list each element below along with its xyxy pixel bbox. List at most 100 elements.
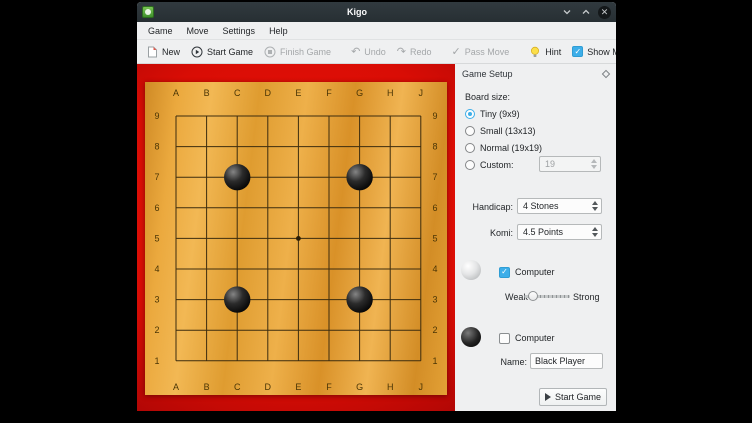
spin-arrows-icon [592, 201, 598, 211]
white-computer-checkbox[interactable]: Computer [499, 266, 555, 278]
radio-small[interactable]: Small (13x13) [465, 125, 536, 137]
board-coordinate-label: 1 [154, 356, 159, 366]
checkbox-unchecked-icon [499, 333, 510, 344]
chevron-up-icon [581, 7, 591, 17]
new-button-label: New [162, 47, 180, 57]
show-move-numbers-label: Show Move Numbers [587, 47, 616, 57]
go-board-grid[interactable]: AABBCCDDEEFFGGHHJJ998877665544332211 [145, 82, 447, 395]
player-name-input[interactable] [530, 353, 603, 369]
finish-game-button[interactable]: Finish Game [259, 43, 336, 61]
close-button[interactable]: ✕ [598, 6, 611, 19]
board-coordinate-label: 5 [432, 233, 437, 243]
go-board[interactable]: AABBCCDDEEFFGGHHJJ998877665544332211 [145, 82, 447, 395]
board-coordinate-label: 6 [432, 203, 437, 213]
board-coordinate-label: B [204, 88, 210, 98]
document-new-icon [147, 46, 158, 58]
redo-arrow-icon: ↷ [397, 46, 406, 57]
menu-help[interactable]: Help [262, 24, 295, 38]
radio-button-icon [465, 160, 475, 170]
custom-size-value: 19 [545, 159, 555, 169]
start-game-toolbar-button[interactable]: Start Game [186, 43, 258, 61]
window-controls: ✕ [560, 6, 611, 19]
undo-label: Undo [364, 47, 386, 57]
menu-game[interactable]: Game [141, 24, 180, 38]
strength-slider[interactable] [524, 291, 570, 301]
window-title: Kigo [159, 7, 555, 17]
hint-label: Hint [545, 47, 561, 57]
start-game-toolbar-label: Start Game [207, 47, 253, 57]
slider-handle[interactable] [528, 291, 538, 301]
name-label: Name: [493, 357, 527, 367]
menu-settings[interactable]: Settings [216, 24, 263, 38]
stone-black-C3 [224, 286, 250, 312]
komi-spinbox[interactable]: 4.5 Points [517, 224, 602, 240]
board-coordinate-label: 3 [154, 295, 159, 305]
show-move-numbers-toggle[interactable]: Show Move Numbers [567, 43, 616, 60]
custom-size-spinbox: 19 [539, 156, 601, 172]
start-game-button-label: Start Game [555, 392, 601, 402]
menubar: Game Move Settings Help [137, 22, 616, 40]
redo-button[interactable]: ↷ Redo [392, 43, 437, 60]
board-coordinate-label: 3 [432, 295, 437, 305]
board-coordinate-label: 8 [432, 142, 437, 152]
menu-move[interactable]: Move [180, 24, 216, 38]
board-coordinate-label: F [326, 88, 332, 98]
panel-title: Game Setup [462, 69, 603, 79]
board-coordinate-label: F [326, 382, 332, 392]
radio-normal[interactable]: Normal (19x19) [465, 142, 542, 154]
board-coordinate-label: H [387, 382, 394, 392]
radio-custom[interactable]: Custom: [465, 159, 514, 171]
hint-button[interactable]: Hint [524, 43, 566, 61]
board-coordinate-label: 1 [432, 356, 437, 366]
board-coordinate-label: D [265, 88, 272, 98]
board-coordinate-label: 9 [154, 111, 159, 121]
titlebar[interactable]: Kigo ✕ [137, 2, 616, 22]
board-coordinate-label: A [173, 88, 179, 98]
start-game-button[interactable]: Start Game [539, 388, 607, 406]
board-coordinate-label: G [356, 382, 363, 392]
radio-tiny[interactable]: Tiny (9x9) [465, 108, 520, 120]
radio-button-icon [465, 109, 475, 119]
black-computer-checkbox[interactable]: Computer [499, 332, 555, 344]
radio-small-label: Small (13x13) [480, 126, 536, 136]
board-coordinate-label: J [419, 382, 424, 392]
black-stone-image [461, 327, 481, 347]
stone-black-G3 [346, 286, 372, 312]
radio-custom-label: Custom: [480, 160, 514, 170]
screen-background: Kigo ✕ Game Move Settings Help [0, 0, 752, 423]
minimize-button[interactable] [560, 6, 573, 19]
radio-normal-label: Normal (19x19) [480, 143, 542, 153]
board-coordinate-label: A [173, 382, 179, 392]
finish-game-label: Finish Game [280, 47, 331, 57]
undo-arrow-icon: ↶ [351, 46, 360, 57]
board-coordinate-label: J [419, 88, 424, 98]
board-coordinate-label: C [234, 382, 241, 392]
chevron-down-icon [562, 7, 572, 17]
close-icon: ✕ [601, 8, 609, 17]
board-size-label: Board size: [465, 92, 510, 102]
stone-black-C7 [224, 164, 250, 190]
spin-arrows-icon [591, 159, 597, 169]
pass-move-label: Pass Move [465, 47, 510, 57]
board-coordinate-label: 7 [154, 172, 159, 182]
checkmark-icon: ✓ [452, 46, 461, 57]
checkbox-checked-icon [499, 267, 510, 278]
game-setup-panel: Game Setup Board size: Tiny (9x9) Small … [455, 64, 616, 411]
handicap-label: Handicap: [455, 202, 513, 212]
play-icon [545, 393, 551, 401]
pass-move-button[interactable]: ✓ Pass Move [447, 43, 515, 60]
board-coordinate-label: E [295, 88, 301, 98]
board-coordinate-label: 6 [154, 203, 159, 213]
board-coordinate-label: 2 [154, 325, 159, 335]
app-icon [142, 6, 154, 18]
radio-tiny-label: Tiny (9x9) [480, 109, 520, 119]
board-coordinate-label: C [234, 88, 241, 98]
handicap-combobox[interactable]: 4 Stones [517, 198, 602, 214]
checkbox-checked-icon [572, 46, 583, 57]
play-circle-icon [191, 46, 203, 58]
maximize-button[interactable] [579, 6, 592, 19]
finish-flag-icon [264, 46, 276, 58]
new-button[interactable]: New [142, 43, 185, 61]
undo-button[interactable]: ↶ Undo [346, 43, 391, 60]
float-panel-icon[interactable] [602, 70, 610, 78]
